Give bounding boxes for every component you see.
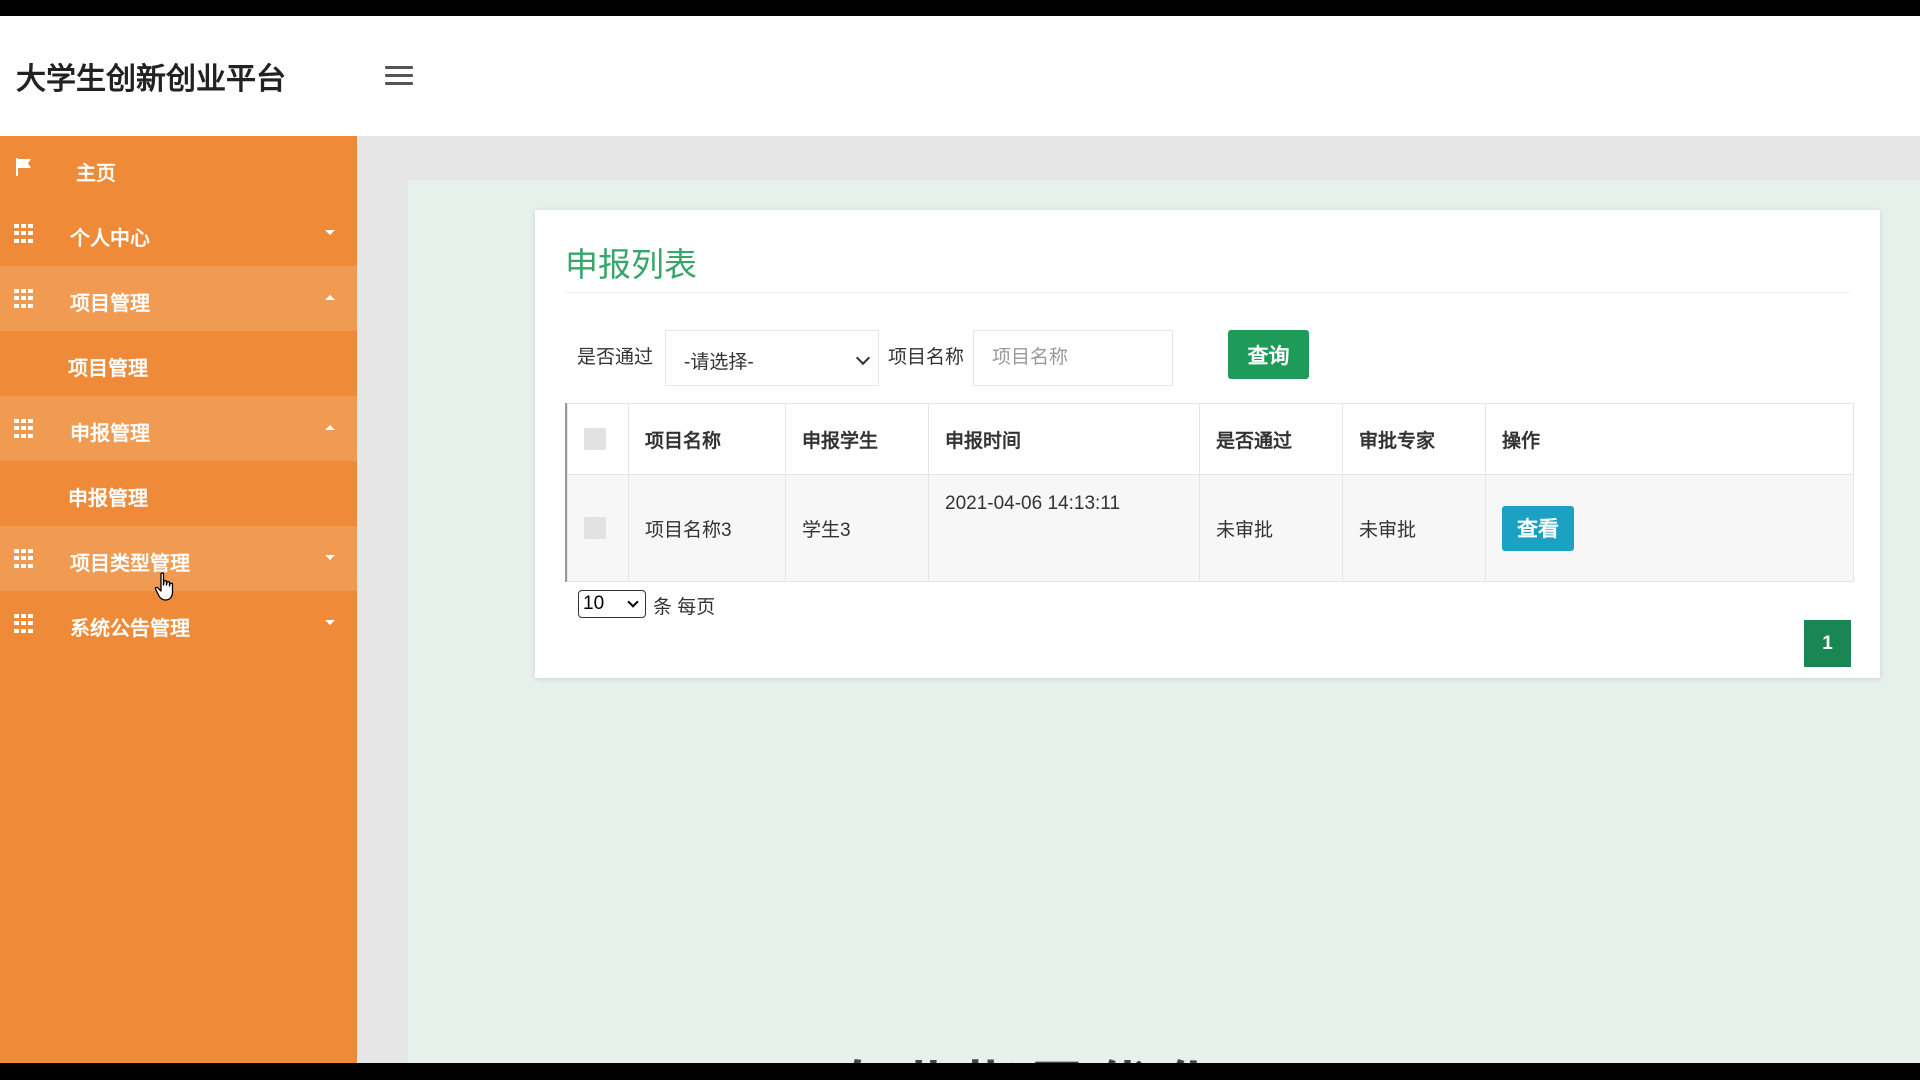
menu-toggle-icon[interactable] xyxy=(385,66,413,88)
cell-project-name: 项目名称3 xyxy=(628,474,786,582)
page-size-select[interactable]: 10 xyxy=(578,590,646,618)
flag-icon xyxy=(16,158,31,176)
table-row: 项目名称3 学生3 2021-04-06 14:13:11 未审批 未审批 查看 xyxy=(567,474,1854,582)
cell-student: 学生3 xyxy=(785,474,929,582)
hand-cursor-icon xyxy=(154,572,174,601)
sidebar-item-project-management[interactable]: 项目管理 xyxy=(0,266,357,331)
page-size-value: 10 xyxy=(583,593,605,614)
sidebar-subitem-label: 申报管理 xyxy=(68,488,148,510)
column-header: 操作 xyxy=(1485,403,1854,475)
chevron-down-icon xyxy=(855,350,871,366)
sidebar: 主页 个人中心 项目管理 项目管理 申报管理 申报管理 项目类型管理 系统公告管… xyxy=(0,136,357,1063)
sidebar-item-application-management[interactable]: 申报管理 xyxy=(0,396,357,461)
caret-up-icon xyxy=(325,295,335,300)
grid-icon xyxy=(14,612,34,634)
grid-icon xyxy=(14,287,34,309)
passed-filter-select[interactable]: -请选择- xyxy=(665,330,879,386)
pagination-page-1[interactable]: 1 xyxy=(1804,620,1851,667)
sidebar-subitem-label: 项目管理 xyxy=(68,358,148,380)
page-title: 申报列表 xyxy=(565,246,697,283)
sidebar-subitem-project-management[interactable]: 项目管理 xyxy=(0,331,357,396)
sidebar-item-home[interactable]: 主页 xyxy=(0,136,357,201)
name-filter-label: 项目名称 xyxy=(888,347,965,368)
query-button[interactable]: 查询 xyxy=(1228,330,1309,379)
caret-down-icon xyxy=(325,555,335,560)
divider xyxy=(565,292,1850,293)
app-title: 大学生创新创业平台 xyxy=(16,63,286,96)
application-table: 项目名称 申报学生 申报时间 是否通过 审批专家 操作 项目名称3 学生3 20… xyxy=(565,403,1854,582)
top-header: 大学生创新创业平台 xyxy=(0,16,1920,136)
grid-icon xyxy=(14,547,34,569)
video-caption-watermark: 专业指导优化 xyxy=(830,1042,1226,1063)
column-header[interactable]: 是否通过 xyxy=(1199,403,1343,475)
sidebar-item-label: 项目管理 xyxy=(70,293,150,315)
column-header[interactable]: 审批专家 xyxy=(1342,403,1486,475)
sidebar-item-label: 申报管理 xyxy=(70,423,150,445)
select-value: -请选择- xyxy=(684,352,754,373)
column-header[interactable]: 项目名称 xyxy=(628,403,786,475)
grid-icon xyxy=(14,417,34,439)
caret-down-icon xyxy=(325,620,335,625)
app-window: 大学生创新创业平台 主页 个人中心 项目管理 项目管理 申报管理 申报管理 项目… xyxy=(0,16,1920,1063)
caret-up-icon xyxy=(325,425,335,430)
chevron-down-icon xyxy=(627,596,639,608)
sidebar-subitem-application-management[interactable]: 申报管理 xyxy=(0,461,357,526)
sidebar-item-label: 主页 xyxy=(76,163,116,185)
application-list-panel: 申报列表 是否通过 -请选择- 项目名称 查询 项目名称 申报学生 申报时间 是… xyxy=(535,210,1880,678)
table-header-row: 项目名称 申报学生 申报时间 是否通过 审批专家 操作 xyxy=(567,403,1854,475)
project-name-input[interactable] xyxy=(973,330,1173,386)
cell-expert: 未审批 xyxy=(1342,474,1486,582)
sidebar-item-announcement-management[interactable]: 系统公告管理 xyxy=(0,591,357,656)
column-header[interactable]: 申报学生 xyxy=(785,403,929,475)
sidebar-item-personal-center[interactable]: 个人中心 xyxy=(0,201,357,266)
passed-filter-label: 是否通过 xyxy=(577,347,654,368)
cell-passed: 未审批 xyxy=(1199,474,1343,582)
sidebar-item-label: 个人中心 xyxy=(70,228,150,250)
row-checkbox[interactable] xyxy=(584,516,606,539)
grid-icon xyxy=(14,222,34,244)
view-button[interactable]: 查看 xyxy=(1502,505,1574,551)
column-header[interactable]: 申报时间 xyxy=(928,403,1200,475)
caret-down-icon xyxy=(325,230,335,235)
select-all-checkbox[interactable] xyxy=(584,427,606,450)
cell-time: 2021-04-06 14:13:11 xyxy=(928,474,1200,582)
sidebar-item-label: 系统公告管理 xyxy=(70,618,190,640)
per-page-label: 条 每页 xyxy=(653,597,716,618)
sidebar-item-project-type-management[interactable]: 项目类型管理 xyxy=(0,526,357,591)
